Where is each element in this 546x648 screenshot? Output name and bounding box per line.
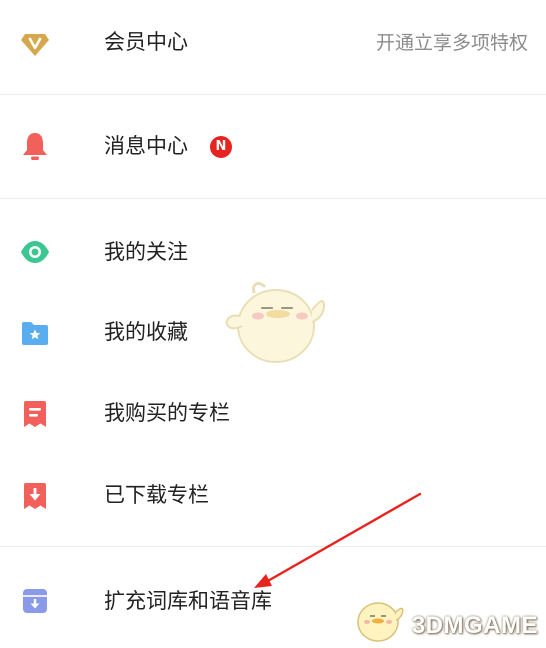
vip-diamond-icon	[19, 27, 51, 59]
menu-item-vip-center[interactable]: 会员中心 开通立享多项特权	[0, 0, 546, 88]
bell-icon	[19, 130, 51, 162]
menu-item-downloaded-columns[interactable]: 已下载专栏	[0, 456, 546, 538]
vip-center-label: 会员中心	[104, 30, 188, 54]
watermark-mascot-illustration	[352, 594, 406, 648]
downloaded-columns-label: 已下载专栏	[104, 483, 209, 507]
document-icon	[19, 398, 51, 430]
message-center-label: 消息中心	[104, 134, 188, 158]
my-favorites-label: 我的收藏	[104, 320, 188, 344]
purchased-columns-label: 我购买的专栏	[104, 401, 230, 425]
divider	[0, 198, 546, 199]
star-folder-icon	[19, 317, 51, 349]
archive-download-icon	[19, 585, 51, 617]
new-badge: N	[210, 136, 232, 158]
expand-library-label: 扩充词库和语音库	[104, 589, 272, 613]
menu-item-purchased-columns[interactable]: 我购买的专栏	[0, 374, 546, 456]
menu-item-message-center[interactable]: 消息中心 N	[0, 104, 546, 192]
my-follows-label: 我的关注	[104, 240, 188, 264]
divider	[0, 546, 546, 547]
download-icon	[19, 480, 51, 512]
eye-icon	[19, 236, 51, 268]
mascot-illustration	[220, 276, 334, 372]
divider	[0, 94, 546, 95]
watermark-text: 3DMGAME	[411, 612, 538, 639]
vip-privileges-hint: 开通立享多项特权	[375, 32, 528, 54]
